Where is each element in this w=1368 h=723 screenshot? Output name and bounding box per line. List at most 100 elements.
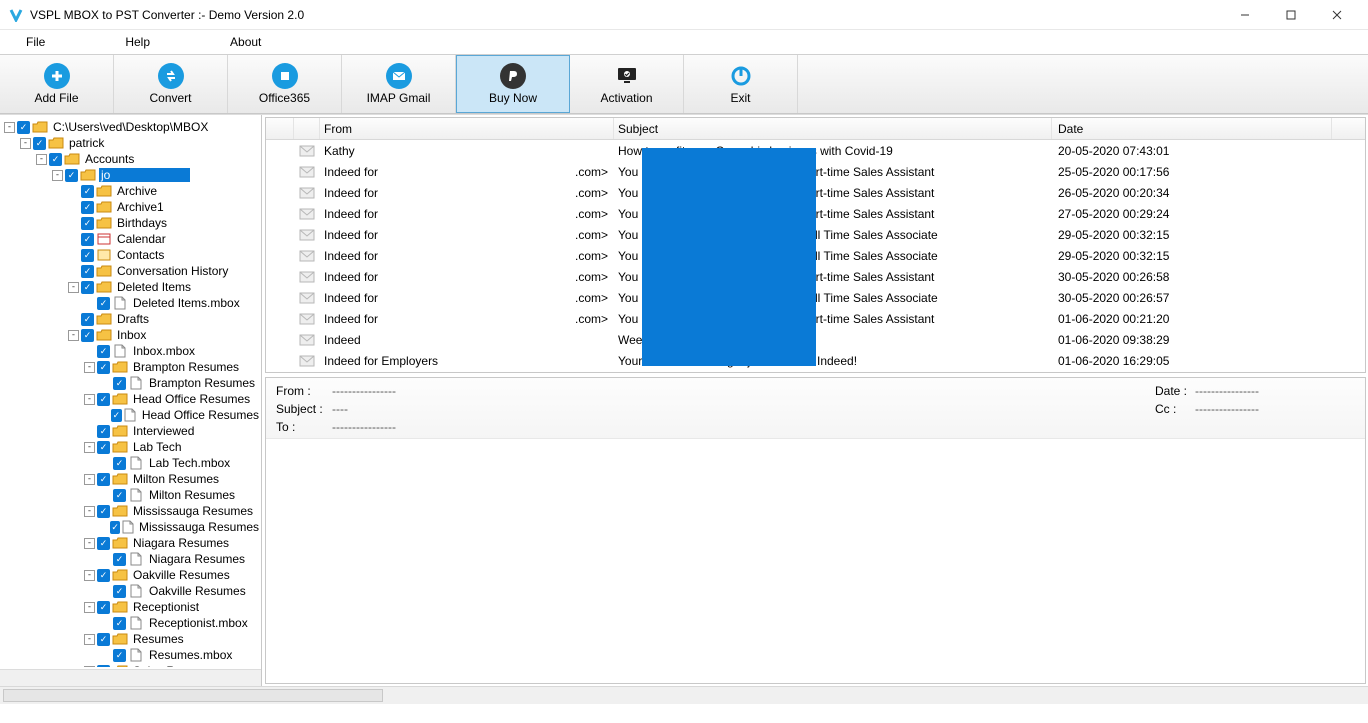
menu-help[interactable]: Help	[115, 33, 160, 51]
expand-toggle[interactable]: -	[52, 170, 63, 181]
tree-item[interactable]: ✓Lab Tech.mbox	[4, 455, 261, 471]
expand-toggle[interactable]: -	[84, 570, 95, 581]
checkbox-icon[interactable]: ✓	[113, 617, 126, 630]
add-file-button[interactable]: Add File	[0, 55, 114, 113]
tree-horizontal-scrollbar[interactable]	[0, 669, 261, 686]
tree-item[interactable]: ✓Calendar	[4, 231, 261, 247]
tree-item[interactable]: ✓Birthdays	[4, 215, 261, 231]
tree-item[interactable]: ✓Milton Resumes	[4, 487, 261, 503]
expand-toggle[interactable]: -	[4, 122, 15, 133]
tree-item[interactable]: ✓Inbox.mbox	[4, 343, 261, 359]
tree-item[interactable]: -✓Milton Resumes	[4, 471, 261, 487]
checkbox-icon[interactable]: ✓	[97, 633, 110, 646]
expand-toggle[interactable]: -	[84, 666, 95, 668]
checkbox-icon[interactable]: ✓	[97, 537, 110, 550]
tree-item[interactable]: -✓Lab Tech	[4, 439, 261, 455]
expand-toggle[interactable]: -	[84, 474, 95, 485]
tree-item[interactable]: -✓jo	[4, 167, 261, 183]
activation-button[interactable]: Activation	[570, 55, 684, 113]
checkbox-icon[interactable]: ✓	[97, 425, 110, 438]
checkbox-icon[interactable]: ✓	[97, 393, 110, 406]
maximize-button[interactable]	[1268, 0, 1314, 30]
tree-item[interactable]: -✓Oakville Resumes	[4, 567, 261, 583]
expand-toggle[interactable]: -	[84, 602, 95, 613]
checkbox-icon[interactable]: ✓	[113, 489, 126, 502]
checkbox-icon[interactable]: ✓	[81, 201, 94, 214]
checkbox-icon[interactable]: ✓	[81, 217, 94, 230]
checkbox-icon[interactable]: ✓	[113, 585, 126, 598]
convert-button[interactable]: Convert	[114, 55, 228, 113]
close-button[interactable]	[1314, 0, 1360, 30]
checkbox-icon[interactable]: ✓	[81, 249, 94, 262]
menu-file[interactable]: File	[16, 33, 55, 51]
tree-item[interactable]: -✓Inbox	[4, 327, 261, 343]
checkbox-icon[interactable]: ✓	[97, 345, 110, 358]
tree-item[interactable]: -✓Resumes	[4, 631, 261, 647]
tree-item[interactable]: ✓Archive	[4, 183, 261, 199]
checkbox-icon[interactable]: ✓	[81, 265, 94, 278]
tree-item[interactable]: -✓C:\Users\ved\Desktop\MBOX	[4, 119, 261, 135]
office365-button[interactable]: Office365	[228, 55, 342, 113]
checkbox-icon[interactable]: ✓	[110, 521, 120, 534]
tree-item[interactable]: ✓Drafts	[4, 311, 261, 327]
menu-about[interactable]: About	[220, 33, 271, 51]
tree-item[interactable]: ✓Interviewed	[4, 423, 261, 439]
minimize-button[interactable]	[1222, 0, 1268, 30]
checkbox-icon[interactable]: ✓	[97, 569, 110, 582]
checkbox-icon[interactable]: ✓	[97, 665, 110, 668]
tree-item[interactable]: ✓Receptionist.mbox	[4, 615, 261, 631]
checkbox-icon[interactable]: ✓	[81, 185, 94, 198]
exit-button[interactable]: Exit	[684, 55, 798, 113]
imap-gmail-button[interactable]: IMAP Gmail	[342, 55, 456, 113]
checkbox-icon[interactable]: ✓	[49, 153, 62, 166]
col-from-header[interactable]: From	[320, 118, 614, 139]
expand-toggle[interactable]: -	[84, 538, 95, 549]
tree-item[interactable]: ✓Niagara Resumes	[4, 551, 261, 567]
checkbox-icon[interactable]: ✓	[81, 329, 94, 342]
tree-item[interactable]: -✓Niagara Resumes	[4, 535, 261, 551]
checkbox-icon[interactable]: ✓	[97, 505, 110, 518]
expand-toggle[interactable]: -	[36, 154, 47, 165]
tree-item[interactable]: ✓Contacts	[4, 247, 261, 263]
checkbox-icon[interactable]: ✓	[97, 297, 110, 310]
col-subject-header[interactable]: Subject	[614, 118, 1052, 139]
tree-item[interactable]: -✓Receptionist	[4, 599, 261, 615]
buy-now-button[interactable]: Buy Now	[456, 55, 570, 113]
tree-item[interactable]: ✓Archive1	[4, 199, 261, 215]
tree-item[interactable]: -✓Accounts	[4, 151, 261, 167]
checkbox-icon[interactable]: ✓	[81, 233, 94, 246]
tree-item[interactable]: ✓Head Office Resumes	[4, 407, 261, 423]
checkbox-icon[interactable]: ✓	[81, 313, 94, 326]
checkbox-icon[interactable]: ✓	[113, 457, 126, 470]
checkbox-icon[interactable]: ✓	[17, 121, 30, 134]
tree-item[interactable]: -✓Brampton Resumes	[4, 359, 261, 375]
tree-item[interactable]: -✓Head Office Resumes	[4, 391, 261, 407]
checkbox-icon[interactable]: ✓	[33, 137, 46, 150]
expand-toggle[interactable]: -	[84, 394, 95, 405]
tree-item[interactable]: -✓Sales Rep	[4, 663, 261, 667]
expand-toggle[interactable]: -	[84, 442, 95, 453]
message-list[interactable]: From Subject Date KathyHow to profit you…	[265, 117, 1366, 373]
checkbox-icon[interactable]: ✓	[97, 361, 110, 374]
checkbox-icon[interactable]: ✓	[81, 281, 94, 294]
checkbox-icon[interactable]: ✓	[97, 441, 110, 454]
tree-item[interactable]: -✓Deleted Items	[4, 279, 261, 295]
tree-item[interactable]: ✓Conversation History	[4, 263, 261, 279]
checkbox-icon[interactable]: ✓	[97, 601, 110, 614]
checkbox-icon[interactable]: ✓	[113, 377, 126, 390]
expand-toggle[interactable]: -	[84, 506, 95, 517]
expand-toggle[interactable]: -	[84, 362, 95, 373]
checkbox-icon[interactable]: ✓	[97, 473, 110, 486]
checkbox-icon[interactable]: ✓	[111, 409, 122, 422]
tree-item[interactable]: ✓Oakville Resumes	[4, 583, 261, 599]
expand-toggle[interactable]: -	[20, 138, 31, 149]
checkbox-icon[interactable]: ✓	[113, 649, 126, 662]
tree-item[interactable]: ✓Brampton Resumes	[4, 375, 261, 391]
col-date-header[interactable]: Date	[1052, 118, 1332, 139]
expand-toggle[interactable]: -	[68, 282, 79, 293]
checkbox-icon[interactable]: ✓	[65, 169, 78, 182]
tree-item[interactable]: ✓Resumes.mbox	[4, 647, 261, 663]
tree-item[interactable]: ✓Deleted Items.mbox	[4, 295, 261, 311]
tree-item[interactable]: -✓patrick	[4, 135, 261, 151]
folder-tree[interactable]: -✓C:\Users\ved\Desktop\MBOX-✓patrick-✓Ac…	[0, 115, 262, 686]
